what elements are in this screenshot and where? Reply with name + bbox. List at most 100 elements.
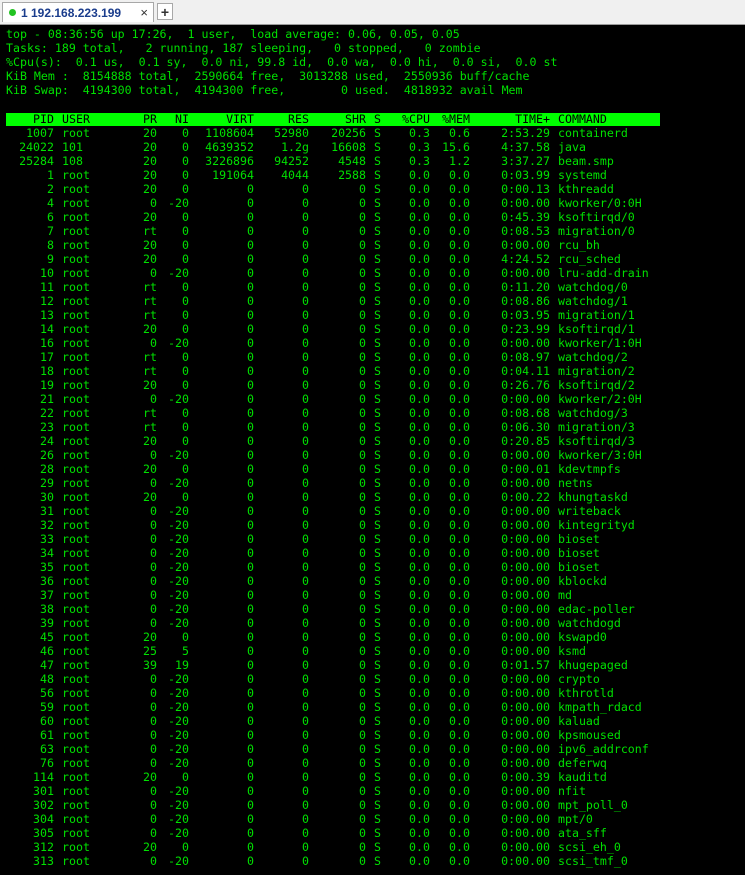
process-ni: -20 xyxy=(168,392,189,406)
process-user: root xyxy=(62,784,90,798)
process-row: 22 root rt 0 0 0 0 S 0.0 0.0 0:08.68 watchdog/3 xyxy=(0,406,745,420)
process-cmd: kintegrityd xyxy=(558,518,635,532)
process-res: 0 xyxy=(302,574,309,588)
process-time: 0:08.53 xyxy=(501,224,550,238)
process-cpu: 0.0 xyxy=(409,280,430,294)
process-res: 0 xyxy=(302,854,309,868)
process-ni: -20 xyxy=(168,546,189,560)
process-pr: rt xyxy=(143,350,157,364)
process-user: root xyxy=(62,812,90,826)
process-time: 0:04.11 xyxy=(501,364,550,378)
process-res: 0 xyxy=(302,826,309,840)
process-ni: -20 xyxy=(168,574,189,588)
process-user: root xyxy=(62,588,90,602)
process-cpu: 0.0 xyxy=(409,336,430,350)
process-mem: 0.0 xyxy=(449,798,470,812)
process-res: 4044 xyxy=(281,168,309,182)
process-s: S xyxy=(374,518,381,532)
process-s: S xyxy=(374,672,381,686)
process-res: 0 xyxy=(302,210,309,224)
process-time: 0:00.00 xyxy=(501,602,550,616)
process-time: 0:00.00 xyxy=(501,336,550,350)
process-res: 0 xyxy=(302,308,309,322)
process-pid: 33 xyxy=(40,532,54,546)
process-cmd: kauditd xyxy=(558,770,607,784)
process-pid: 24 xyxy=(40,434,54,448)
process-time: 0:00.00 xyxy=(501,532,550,546)
process-shr: 0 xyxy=(359,686,366,700)
process-pr: rt xyxy=(143,364,157,378)
process-res: 0 xyxy=(302,434,309,448)
process-row: 38 root 0 -20 0 0 0 S 0.0 0.0 0:00.00 edac-poller xyxy=(0,602,745,616)
process-mem: 0.0 xyxy=(449,210,470,224)
new-tab-button[interactable]: + xyxy=(157,3,173,20)
process-mem: 0.0 xyxy=(449,504,470,518)
process-virt: 0 xyxy=(247,644,254,658)
process-pid: 13 xyxy=(40,308,54,322)
process-time: 0:00.00 xyxy=(501,686,550,700)
process-mem: 0.0 xyxy=(449,742,470,756)
process-virt: 0 xyxy=(247,518,254,532)
process-cmd: rcu_sched xyxy=(558,252,621,266)
process-mem: 0.0 xyxy=(449,336,470,350)
process-user: 108 xyxy=(62,154,83,168)
process-pid: 305 xyxy=(33,826,54,840)
process-row: 30 root 20 0 0 0 0 S 0.0 0.0 0:00.22 khungtaskd xyxy=(0,490,745,504)
process-s: S xyxy=(374,742,381,756)
process-time: 0:00.00 xyxy=(501,630,550,644)
process-pid: 11 xyxy=(40,280,54,294)
process-res: 0 xyxy=(302,420,309,434)
process-res: 0 xyxy=(302,560,309,574)
process-cmd: kworker/3:0H xyxy=(558,448,642,462)
process-s: S xyxy=(374,168,381,182)
process-virt: 0 xyxy=(247,448,254,462)
process-shr: 0 xyxy=(359,742,366,756)
process-pr: 20 xyxy=(143,154,157,168)
process-cmd: bioset xyxy=(558,532,600,546)
process-ni: 0 xyxy=(182,840,189,854)
process-pr: 0 xyxy=(150,588,157,602)
process-pr: 20 xyxy=(143,490,157,504)
process-cmd: ksoftirqd/3 xyxy=(558,434,635,448)
process-virt: 191064 xyxy=(212,168,254,182)
process-cpu: 0.0 xyxy=(409,252,430,266)
process-cmd: ata_sff xyxy=(558,826,607,840)
process-res: 0 xyxy=(302,812,309,826)
process-pid: 1 xyxy=(47,168,54,182)
process-pid: 302 xyxy=(33,798,54,812)
session-tab[interactable]: 1 192.168.223.199 × xyxy=(2,2,154,22)
process-res: 0 xyxy=(302,280,309,294)
process-cmd: watchdogd xyxy=(558,616,621,630)
process-row: 1007 root 20 0 1108604 52980 20256 S 0.3 0.6 2:53.… xyxy=(0,126,745,140)
process-s: S xyxy=(374,784,381,798)
process-row: 10 root 0 -20 0 0 0 S 0.0 0.0 0:00.00 lru-add-drain xyxy=(0,266,745,280)
process-ni: -20 xyxy=(168,700,189,714)
process-user: root xyxy=(62,322,90,336)
process-ni: 19 xyxy=(175,658,189,672)
process-cpu: 0.0 xyxy=(409,854,430,868)
process-s: S xyxy=(374,154,381,168)
process-user: root xyxy=(62,392,90,406)
process-res: 0 xyxy=(302,504,309,518)
process-virt: 0 xyxy=(247,770,254,784)
terminal-pane[interactable]: top - 08:36:56 up 17:26, 1 user, load av… xyxy=(0,25,745,875)
process-shr: 20256 xyxy=(331,126,366,140)
process-pid: 301 xyxy=(33,784,54,798)
process-res: 0 xyxy=(302,644,309,658)
process-ni: 0 xyxy=(182,364,189,378)
process-res: 0 xyxy=(302,840,309,854)
close-tab-icon[interactable]: × xyxy=(140,5,148,20)
process-cpu: 0.0 xyxy=(409,588,430,602)
process-mem: 0.0 xyxy=(449,854,470,868)
process-res: 0 xyxy=(302,588,309,602)
process-user: root xyxy=(62,490,90,504)
process-ni: -20 xyxy=(168,448,189,462)
process-time: 0:00.00 xyxy=(501,784,550,798)
process-s: S xyxy=(374,728,381,742)
process-pid: 17 xyxy=(40,350,54,364)
column-header-cpu: %CPU xyxy=(402,112,430,126)
process-virt: 0 xyxy=(247,756,254,770)
process-ni: -20 xyxy=(168,588,189,602)
process-shr: 0 xyxy=(359,224,366,238)
process-res: 0 xyxy=(302,770,309,784)
